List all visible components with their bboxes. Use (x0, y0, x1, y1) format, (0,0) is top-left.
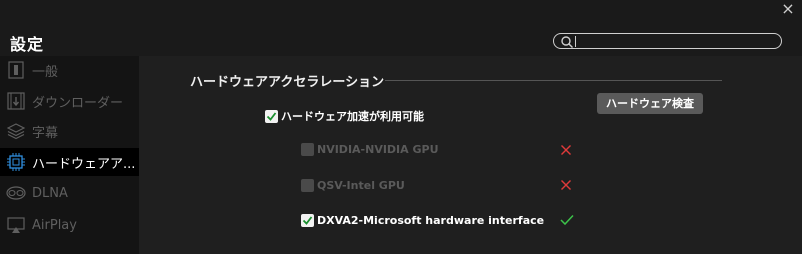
hw-accel-toggle-row[interactable]: ハードウェア加速が利用可能 (265, 108, 424, 124)
sidebar-item-label: 一般 (32, 64, 59, 80)
sidebar-item-dlna[interactable]: DLNA (0, 179, 139, 207)
search-box[interactable] (553, 33, 782, 49)
layers-icon (6, 121, 26, 141)
sidebar-item-hardware-acceleration[interactable]: ハードウェアア... (0, 148, 139, 176)
dxva2-label: DXVA2-Microsoft hardware interface (317, 214, 545, 227)
search-divider (575, 36, 576, 47)
title-bar: × 設定 (0, 0, 802, 56)
window-title: 設定 (10, 35, 45, 54)
sidebar-item-general[interactable]: 一般 (0, 56, 139, 84)
sidebar-item-downloader[interactable]: ダウンローダー (0, 87, 139, 115)
chip-icon (6, 152, 26, 172)
nvidia-unavailable-x-icon (561, 145, 571, 155)
dxva2-available-check-icon (560, 214, 574, 226)
airplay-icon (6, 215, 26, 235)
hardware-check-button[interactable]: ハードウェア検査 (597, 93, 703, 114)
decoder-row-qsv: QSV-Intel GPU (301, 179, 405, 192)
dxva2-checkbox[interactable] (301, 214, 314, 227)
settings-panel: ハードウェアアクセラレーション ハードウェア検査 ハードウェア加速が利用可能 N… (139, 56, 802, 254)
hw-accel-label: ハードウェア加速が利用可能 (281, 110, 424, 123)
section-divider (385, 80, 722, 81)
qsv-unavailable-x-icon (561, 180, 571, 190)
hw-accel-checkbox[interactable] (265, 109, 278, 123)
dlna-icon (6, 183, 26, 203)
section-title: ハードウェアアクセラレーション (190, 75, 385, 90)
search-input[interactable] (579, 34, 774, 48)
sidebar-item-label: 字幕 (32, 125, 59, 141)
sidebar: 一般 ダウンローダー 字幕 ハードウェアア... DLNA AirPlay (0, 56, 139, 254)
sidebar-item-label: AirPlay (32, 217, 77, 233)
decoder-row-nvidia: NVIDIA-NVIDIA GPU (301, 143, 439, 156)
search-icon (561, 36, 573, 48)
sidebar-item-label: ハードウェアア... (32, 156, 136, 172)
general-icon (6, 60, 26, 80)
film-download-icon (6, 91, 26, 111)
sidebar-item-subtitles[interactable]: 字幕 (0, 117, 139, 145)
nvidia-label: NVIDIA-NVIDIA GPU (317, 143, 439, 156)
sidebar-item-airplay[interactable]: AirPlay (0, 211, 139, 239)
nvidia-checkbox (301, 143, 314, 156)
qsv-checkbox (301, 179, 314, 192)
close-button[interactable]: × (778, 0, 798, 20)
sidebar-item-label: ダウンローダー (32, 95, 124, 111)
sidebar-item-label: DLNA (32, 185, 68, 201)
decoder-row-dxva2[interactable]: DXVA2-Microsoft hardware interface (301, 214, 544, 227)
qsv-label: QSV-Intel GPU (317, 179, 405, 192)
